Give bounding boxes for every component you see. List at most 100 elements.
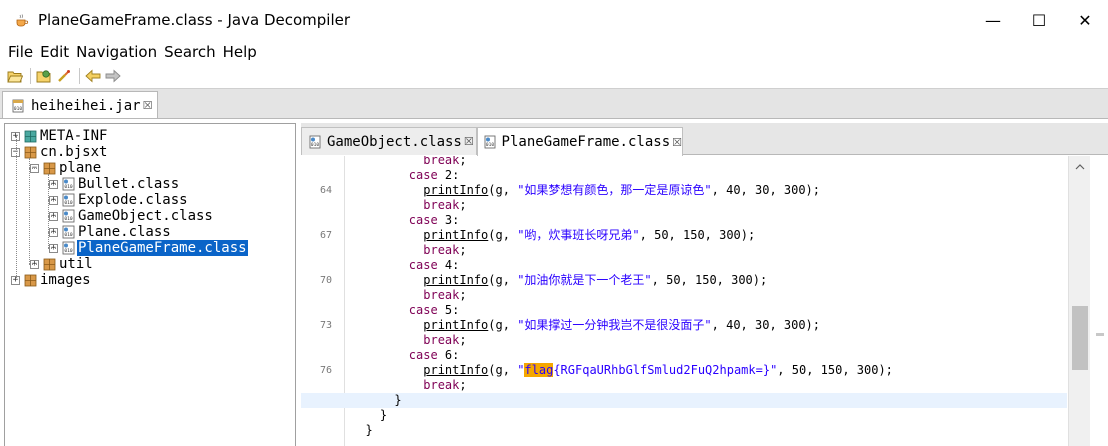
- close-button[interactable]: ✕: [1062, 0, 1108, 40]
- minimize-button[interactable]: —: [970, 0, 1016, 40]
- tree-node[interactable]: − plane: [30, 160, 102, 176]
- class-file-icon: 010: [484, 135, 497, 149]
- close-tab-icon[interactable]: ☒: [672, 136, 682, 149]
- close-tab-icon[interactable]: ☒: [143, 99, 153, 112]
- tree-node[interactable]: +010 Bullet.class: [49, 176, 180, 192]
- class-file-icon: 010: [61, 241, 75, 255]
- code-line: 67 printInfo(g, "哟，炊事班长呀兄弟", 50, 150, 30…: [301, 228, 1067, 243]
- code-text: printInfo(g, "如果梦想有颜色，那一定是原谅色", 40, 30, …: [423, 183, 821, 197]
- overview-ruler: [1090, 156, 1108, 446]
- tree-node-label: Plane.class: [78, 224, 171, 240]
- code-text: case 6:: [408, 348, 460, 362]
- tree-node[interactable]: − cn.bjsxt: [11, 144, 108, 160]
- code-text: }: [351, 408, 388, 422]
- maximize-button[interactable]: ☐: [1016, 0, 1062, 40]
- code-line: }: [301, 423, 1067, 438]
- tree-node[interactable]: + META-INF: [11, 128, 108, 144]
- code-line: 64 printInfo(g, "如果梦想有颜色，那一定是原谅色", 40, 3…: [301, 183, 1067, 198]
- code-line: break;: [301, 198, 1067, 213]
- code-text: }: [351, 393, 402, 407]
- code-line: break;: [301, 378, 1067, 393]
- code-line: 76 printInfo(g, "flag{RGFqaURhbGlfSmlud2…: [301, 363, 1067, 378]
- tree-node[interactable]: + images: [11, 272, 92, 288]
- code-line: case 3:: [301, 213, 1067, 228]
- tree-connector: [29, 264, 37, 265]
- tree-connector: [29, 158, 30, 264]
- code-line: 70 printInfo(g, "加油你就是下一个老王", 50, 150, 3…: [301, 273, 1067, 288]
- line-number: 73: [319, 320, 332, 331]
- tree-node-label: cn.bjsxt: [40, 144, 108, 160]
- code-text: break;: [423, 243, 467, 257]
- tree-node[interactable]: +010 Explode.class: [49, 192, 189, 208]
- code-line: case 2:: [301, 168, 1067, 183]
- tree-node[interactable]: +010 PlaneGameFrame.class: [49, 240, 248, 256]
- window-title: PlaneGameFrame.class - Java Decompiler: [38, 11, 351, 29]
- editor-tab-label: PlaneGameFrame.class: [501, 134, 671, 150]
- back-arrow-icon[interactable]: [84, 67, 102, 85]
- scroll-up-arrow-icon[interactable]: [1069, 160, 1091, 174]
- line-number: 70: [319, 275, 332, 286]
- search-icon[interactable]: [55, 67, 73, 85]
- svg-text:010: 010: [64, 232, 73, 238]
- code-line: 73 printInfo(g, "如果撑过一分钟我岂不是很没面子", 40, 3…: [301, 318, 1067, 333]
- tree-node-label: Explode.class: [78, 192, 188, 208]
- menu-help[interactable]: Help: [223, 43, 257, 61]
- code-text: printInfo(g, "加油你就是下一个老王", 50, 150, 300)…: [423, 273, 768, 287]
- svg-text:010: 010: [64, 248, 73, 254]
- svg-text:010: 010: [64, 200, 73, 206]
- line-number: 76: [319, 365, 332, 376]
- code-text: case 2:: [408, 168, 460, 182]
- archive-tab-label: heiheihei.jar: [31, 97, 141, 114]
- ruler-marker: [1096, 333, 1104, 336]
- package-icon: [23, 129, 37, 143]
- menu-search[interactable]: Search: [164, 43, 216, 61]
- tree-node-label: util: [59, 256, 93, 272]
- open-type-icon[interactable]: [35, 67, 53, 85]
- code-line: break;: [301, 243, 1067, 258]
- tree-node[interactable]: +010 Plane.class: [49, 224, 172, 240]
- line-number: 64: [319, 185, 332, 196]
- code-text: printInfo(g, "如果撑过一分钟我岂不是很没面子", 40, 30, …: [423, 318, 821, 332]
- code-text: break;: [423, 156, 467, 167]
- toolbar: [0, 64, 1108, 88]
- scrollbar-thumb[interactable]: [1072, 306, 1088, 370]
- tree-connector: [29, 168, 37, 169]
- class-file-icon: 010: [308, 135, 322, 149]
- package-icon: [23, 145, 37, 159]
- tree-connector: [48, 200, 56, 201]
- forward-arrow-icon[interactable]: [104, 67, 122, 85]
- search-match: flag: [524, 363, 554, 377]
- java-coffee-icon: [14, 12, 30, 28]
- source-view[interactable]: break; case 2: 64 printInfo(g, "如果梦想有颜色，那…: [301, 156, 1108, 446]
- tab-planegameframe-class[interactable]: 010 PlaneGameFrame.class ☒: [477, 127, 683, 156]
- code-line: break;: [301, 333, 1067, 348]
- vertical-scrollbar[interactable]: [1068, 156, 1090, 446]
- code-line: case 4:: [301, 258, 1067, 273]
- class-file-icon: 010: [61, 177, 75, 191]
- code-line: case 5:: [301, 303, 1067, 318]
- tree-connector: [48, 216, 56, 217]
- toolbar-separator: [30, 67, 31, 84]
- tree-connector: [48, 174, 49, 248]
- tree-node[interactable]: + util: [30, 256, 94, 272]
- menu-file[interactable]: File: [8, 43, 33, 61]
- tab-gameobject-class[interactable]: 010 GameObject.class ☒: [301, 127, 477, 155]
- close-tab-icon[interactable]: ☒: [464, 135, 474, 148]
- tree-node-label: images: [40, 272, 91, 288]
- svg-text:010: 010: [64, 216, 73, 222]
- package-tree: + META-INF − cn.bjsxt − plane +010 Bullet.class…: [4, 123, 296, 446]
- package-icon: [42, 257, 56, 271]
- svg-text:010: 010: [14, 106, 22, 112]
- tree-node[interactable]: +010 GameObject.class: [49, 208, 214, 224]
- class-file-icon: 010: [61, 193, 75, 207]
- menu-navigation[interactable]: Navigation: [76, 43, 157, 61]
- code-text: case 4:: [408, 258, 460, 272]
- code-line: }: [301, 408, 1067, 423]
- code-text: case 5:: [408, 303, 460, 317]
- tree-connector: [16, 136, 17, 280]
- title-bar: PlaneGameFrame.class - Java Decompiler —…: [0, 0, 1108, 40]
- tab-heiheihei-jar[interactable]: 010 heiheihei.jar ☒: [2, 91, 158, 119]
- menu-edit[interactable]: Edit: [40, 43, 69, 61]
- open-file-icon[interactable]: [6, 67, 24, 85]
- tree-node-label: GameObject.class: [78, 208, 213, 224]
